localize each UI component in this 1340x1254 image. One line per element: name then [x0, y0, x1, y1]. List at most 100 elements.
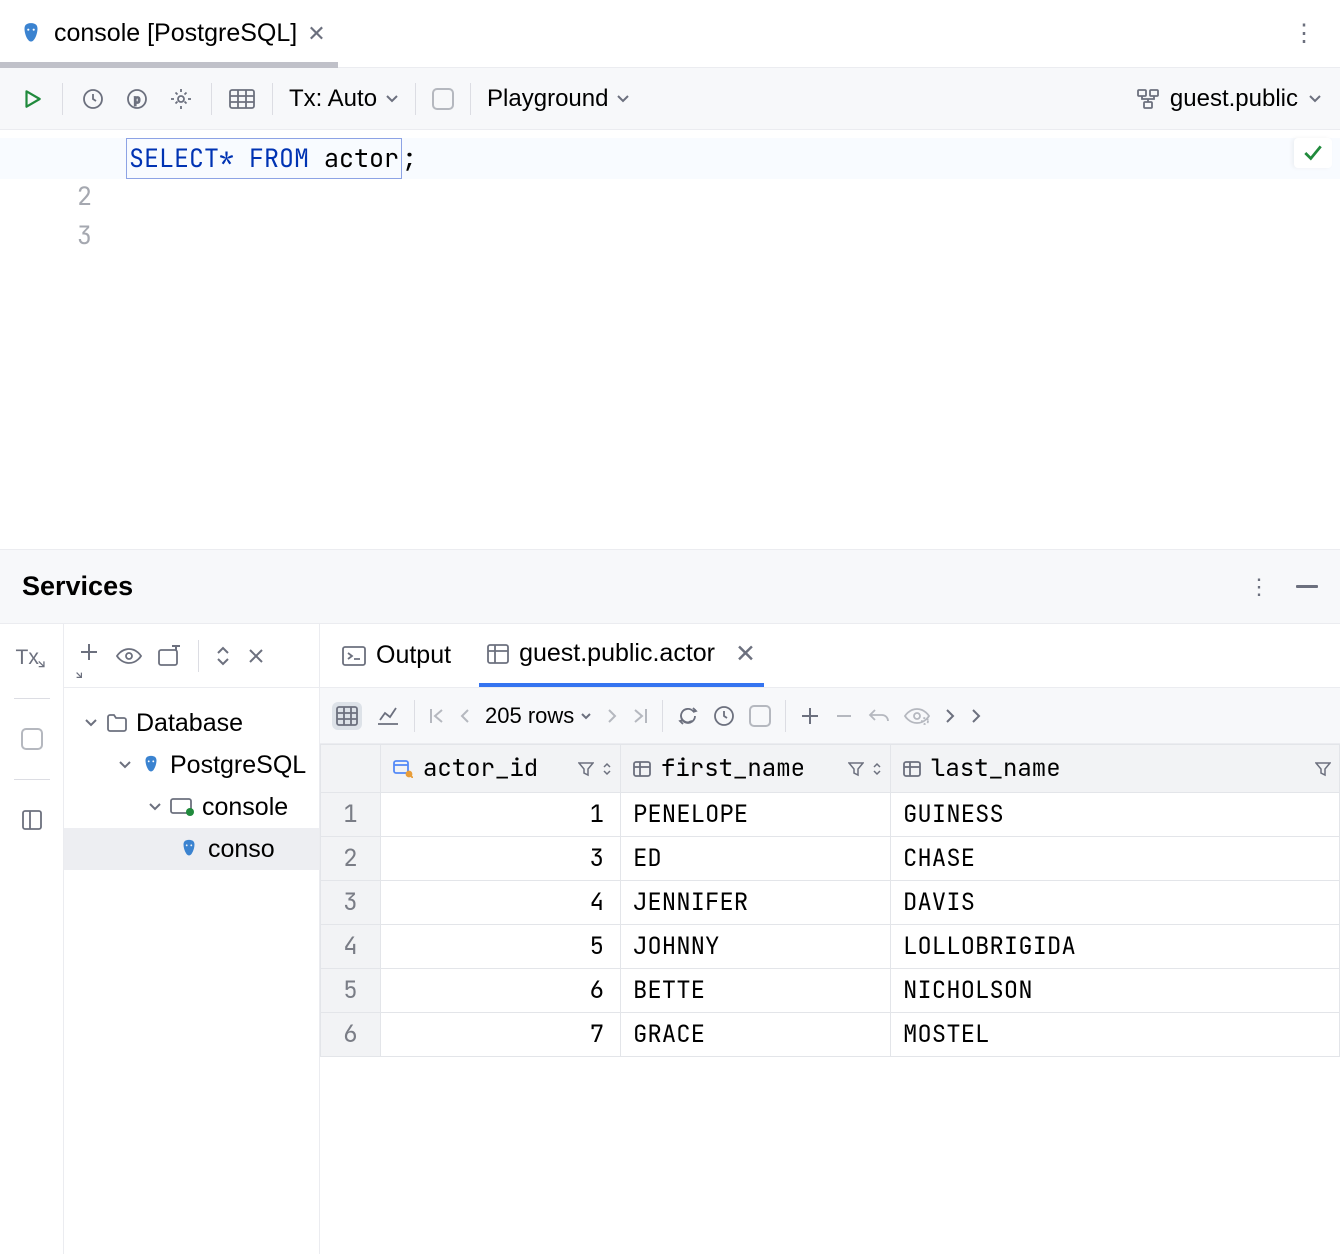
history-icon[interactable]	[79, 85, 107, 113]
remove-row-icon[interactable]	[834, 706, 854, 726]
editor-toolbar: p Tx: Auto Playground guest.public	[0, 68, 1340, 130]
cell-last-name[interactable]: MOSTEL	[891, 1013, 1340, 1057]
filter-icon[interactable]	[848, 761, 864, 777]
chevron-down-icon	[385, 94, 399, 104]
column-header-first-name[interactable]: first_name	[621, 745, 891, 793]
editor-tab[interactable]: console [PostgreSQL] ✕	[0, 0, 344, 67]
cell-actor-id[interactable]: 3	[381, 837, 621, 881]
cell-actor-id[interactable]: 1	[381, 793, 621, 837]
row-number: 1	[321, 793, 381, 837]
cell-first-name[interactable]: PENELOPE	[621, 793, 891, 837]
table-row[interactable]: 1 1 PENELOPE GUINESS	[321, 793, 1340, 837]
table-row[interactable]: 6 7 GRACE MOSTEL	[321, 1013, 1340, 1057]
tree-label: conso	[208, 835, 275, 864]
cell-actor-id[interactable]: 5	[381, 925, 621, 969]
tx-mode-selector[interactable]: Tx: Auto	[289, 85, 399, 113]
layout-icon[interactable]	[16, 804, 48, 836]
separator	[62, 83, 63, 115]
separator	[470, 83, 471, 115]
chart-view-icon[interactable]	[376, 706, 400, 726]
column-header-actor-id[interactable]: actor_id	[381, 745, 621, 793]
table-row[interactable]: 4 5 JOHNNY LOLLOBRIGIDA	[321, 925, 1340, 969]
revert-icon[interactable]	[868, 707, 890, 725]
sql-editor[interactable]: 1 2 3 SELECT* FROM actor;	[0, 130, 1340, 550]
cell-last-name[interactable]: LOLLOBRIGIDA	[891, 925, 1340, 969]
cell-first-name[interactable]: GRACE	[621, 1013, 891, 1057]
new-session-icon[interactable]	[158, 645, 182, 667]
folder-icon	[106, 713, 128, 733]
tree-node-console-child[interactable]: conso	[64, 828, 319, 870]
tree-node-database[interactable]: Database	[64, 702, 319, 744]
cell-first-name[interactable]: BETTE	[621, 969, 891, 1013]
expand-collapse-icon[interactable]	[215, 644, 231, 668]
settings-icon[interactable]	[167, 85, 195, 113]
services-tree-panel: Database PostgreSQL console conso	[64, 624, 320, 1254]
preview-pending-icon[interactable]	[904, 707, 930, 725]
stop-icon	[21, 728, 43, 750]
tab-output[interactable]: Output	[334, 624, 459, 687]
cell-actor-id[interactable]: 7	[381, 1013, 621, 1057]
cell-actor-id[interactable]: 6	[381, 969, 621, 1013]
more-icon[interactable]: ⋮	[1248, 574, 1270, 600]
add-row-icon[interactable]	[800, 706, 820, 726]
stop-button[interactable]	[749, 705, 771, 727]
hide-icon[interactable]	[1296, 585, 1318, 589]
row-count[interactable]: 205 rows	[485, 703, 592, 729]
cell-actor-id[interactable]: 4	[381, 881, 621, 925]
cell-last-name[interactable]: NICHOLSON	[891, 969, 1340, 1013]
next-icon[interactable]	[970, 707, 982, 725]
column-header-last-name[interactable]: last_name	[891, 745, 1340, 793]
cell-first-name[interactable]: JOHNNY	[621, 925, 891, 969]
stop-button[interactable]	[432, 88, 454, 110]
cell-last-name[interactable]: DAVIS	[891, 881, 1340, 925]
inspection-indicator[interactable]	[1294, 138, 1332, 168]
services-panel-body: Tx Database PostgreSQL	[0, 624, 1340, 1254]
row-number: 4	[321, 925, 381, 969]
filter-icon[interactable]	[578, 761, 594, 777]
reload-icon[interactable]	[677, 705, 699, 727]
separator	[785, 700, 786, 732]
table-row[interactable]: 3 4 JENNIFER DAVIS	[321, 881, 1340, 925]
next-icon[interactable]	[944, 707, 956, 725]
last-page-icon[interactable]	[632, 707, 648, 725]
close-icon[interactable]: ✕	[735, 639, 756, 669]
chevron-down-icon	[148, 802, 162, 812]
filter-icon[interactable]	[1315, 761, 1331, 777]
next-page-icon[interactable]	[606, 707, 618, 725]
result-table: actor_id first_name last_name 1 1 PENELO…	[320, 744, 1340, 1057]
prev-page-icon[interactable]	[459, 707, 471, 725]
more-icon[interactable]: ⋮	[1292, 19, 1316, 48]
tab-label: guest.public.actor	[519, 639, 715, 668]
cell-first-name[interactable]: JENNIFER	[621, 881, 891, 925]
run-icon[interactable]	[18, 85, 46, 113]
cell-last-name[interactable]: GUINESS	[891, 793, 1340, 837]
schema-selector[interactable]: guest.public	[1136, 85, 1322, 113]
explain-plan-icon[interactable]: p	[123, 85, 151, 113]
tree-node-postgresql[interactable]: PostgreSQL	[64, 744, 319, 786]
row-number: 3	[321, 881, 381, 925]
table-row[interactable]: 5 6 BETTE NICHOLSON	[321, 969, 1340, 1013]
cell-first-name[interactable]: ED	[621, 837, 891, 881]
close-icon[interactable]: ✕	[307, 21, 325, 47]
stop-button[interactable]	[16, 723, 48, 755]
table-view-icon[interactable]	[332, 702, 362, 730]
separator	[272, 83, 273, 115]
add-icon[interactable]	[78, 641, 100, 671]
editor-content[interactable]: SELECT* FROM actor;	[110, 130, 1340, 549]
view-icon[interactable]	[116, 647, 142, 665]
playground-selector[interactable]: Playground	[487, 85, 630, 113]
sort-icon[interactable]	[602, 761, 612, 777]
column-icon	[903, 761, 921, 777]
first-page-icon[interactable]	[429, 707, 445, 725]
table-row[interactable]: 2 3 ED CHASE	[321, 837, 1340, 881]
tree-node-console[interactable]: console	[64, 786, 319, 828]
row-number-header[interactable]	[321, 745, 381, 793]
table-view-icon[interactable]	[228, 85, 256, 113]
tx-label[interactable]: Tx	[16, 642, 48, 674]
sort-icon[interactable]	[872, 761, 882, 777]
cell-last-name[interactable]: CHASE	[891, 837, 1340, 881]
tx-mode-label: Tx: Auto	[289, 85, 377, 113]
tab-data[interactable]: guest.public.actor ✕	[479, 624, 764, 687]
close-icon[interactable]	[247, 647, 265, 665]
history-icon[interactable]	[713, 705, 735, 727]
